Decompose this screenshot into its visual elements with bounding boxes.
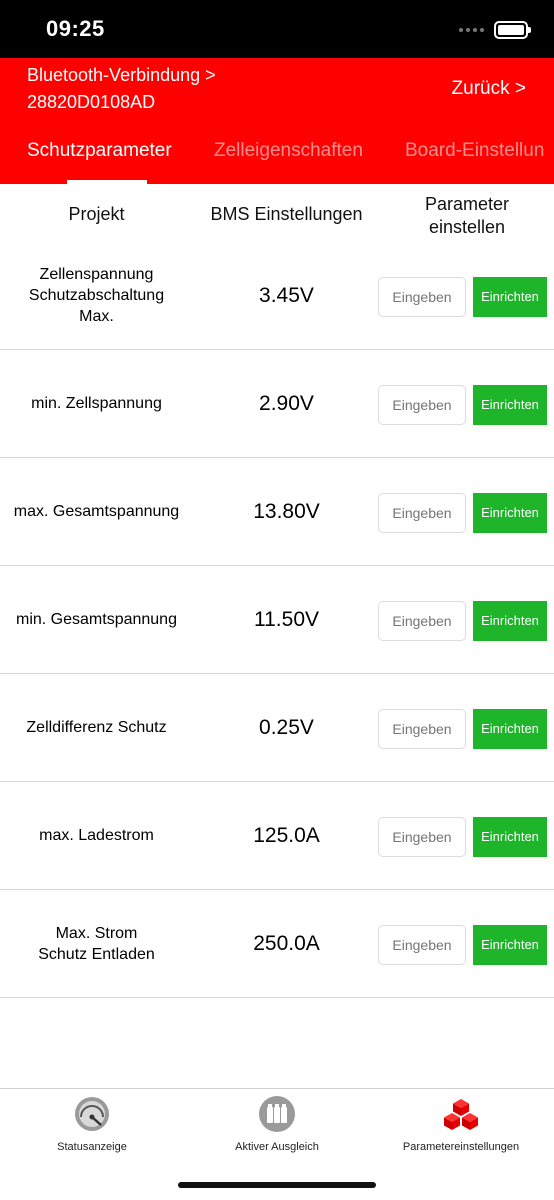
signal-icon [459, 28, 484, 32]
battery-icon [494, 21, 531, 39]
tab-board-einstellungen[interactable]: Board-Einstellun [405, 140, 544, 162]
parameter-row: Max. Strom Schutz Entladen 250.0A Einricht… [0, 890, 554, 998]
parameter-name: min. Gesamtspannung [16, 611, 177, 628]
set-parameter-button[interactable]: Einrichten [473, 277, 547, 317]
tabbar-item-aktiver-ausgleich[interactable]: Aktiver Ausgleich [185, 1095, 369, 1153]
bluetooth-connection-link[interactable]: Bluetooth-Verbindung > [27, 65, 216, 86]
parameter-name: Zelldifferenz Schutz [26, 719, 167, 736]
parameter-row: max. Gesamtspannung 13.80V Einrichten [0, 458, 554, 566]
tabbar-item-statusanzeige[interactable]: Statusanzeige [0, 1095, 184, 1153]
set-parameter-button[interactable]: Einrichten [473, 709, 547, 749]
set-parameter-button[interactable]: Einrichten [473, 601, 547, 641]
home-indicator [178, 1182, 376, 1188]
tab-schutzparameter[interactable]: Schutzparameter [27, 140, 172, 162]
parameter-name: max. Ladestrom [39, 827, 154, 844]
back-button[interactable]: Zurück > [452, 78, 526, 100]
column-header-project: Projekt [68, 204, 125, 224]
parameter-value: 13.80V [253, 499, 320, 523]
parameter-row: Zelldifferenz Schutz 0.25V Einrichten [0, 674, 554, 782]
parameter-input[interactable] [378, 709, 466, 749]
tabbar-label-parametereinstellungen: Parametereinstellungen [402, 1141, 520, 1153]
status-indicators [459, 21, 531, 39]
parameter-value: 0.25V [259, 715, 314, 739]
parameter-value: 250.0A [253, 931, 320, 955]
parameter-input[interactable] [378, 493, 466, 533]
parameter-row: max. Ladestrom 125.0A Einrichten [0, 782, 554, 890]
set-parameter-button[interactable]: Einrichten [473, 817, 547, 857]
status-bar: 09:25 [0, 0, 554, 58]
parameter-input[interactable] [378, 601, 466, 641]
column-header-bms-settings: BMS Einstellungen [210, 204, 363, 224]
battery-cells-icon [259, 1096, 295, 1132]
column-header-set-parameter: Parameter einstellen [424, 194, 510, 237]
hexagon-cubes-icon [444, 1099, 478, 1130]
parameter-name: Zellenspannung Schutzabschaltung Max. [28, 266, 165, 325]
status-time: 09:25 [46, 16, 105, 41]
set-parameter-button[interactable]: Einrichten [473, 925, 547, 965]
parameter-row: min. Gesamtspannung 11.50V Einrichten [0, 566, 554, 674]
parameter-input[interactable] [378, 925, 466, 965]
parameter-value: 2.90V [259, 391, 314, 415]
parameter-value: 11.50V [254, 607, 319, 631]
set-parameter-button[interactable]: Einrichten [473, 385, 547, 425]
gauge-icon [75, 1097, 109, 1131]
tabbar-item-parametereinstellungen[interactable]: Parametereinstellungen [369, 1095, 553, 1153]
device-id[interactable]: 28820D0108AD [27, 92, 155, 113]
parameter-input[interactable] [378, 385, 466, 425]
parameter-input[interactable] [378, 277, 466, 317]
parameter-name: min. Zellspannung [31, 395, 162, 412]
parameter-name: max. Gesamtspannung [13, 503, 180, 520]
tabbar-label-aktiver-ausgleich: Aktiver Ausgleich [235, 1141, 319, 1153]
parameter-value: 125.0A [253, 823, 320, 847]
tab-zelleigenschaften[interactable]: Zelleigenschaften [214, 140, 363, 162]
active-tab-indicator [67, 180, 147, 184]
parameter-row: Zellenspannung Schutzabschaltung Max. 3.4… [0, 242, 554, 350]
parameter-input[interactable] [378, 817, 466, 857]
set-parameter-button[interactable]: Einrichten [473, 493, 547, 533]
parameter-row: min. Zellspannung 2.90V Einrichten [0, 350, 554, 458]
top-tabs: Schutzparameter Zelleigenschaften Board-… [0, 140, 554, 184]
tabbar-label-statusanzeige: Statusanzeige [57, 1141, 127, 1153]
parameter-name: Max. Strom Schutz Entladen [38, 924, 155, 963]
parameter-value: 3.45V [259, 283, 314, 307]
app-header: Bluetooth-Verbindung > 28820D0108AD Zurü… [0, 58, 554, 184]
